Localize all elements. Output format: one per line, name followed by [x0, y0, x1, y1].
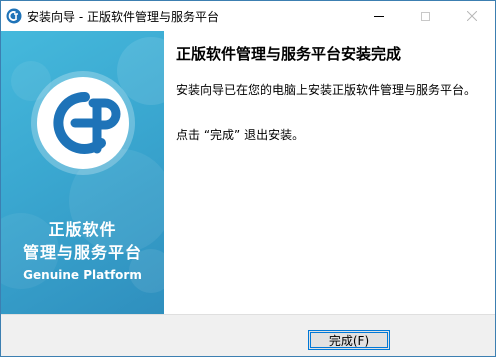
app-logo-icon — [6, 8, 22, 24]
content-panel: 正版软件管理与服务平台安装完成 安装向导已在您的电脑上安装正版软件管理与服务平台… — [164, 31, 495, 314]
sidebar-banner: 正版软件 管理与服务平台 Genuine Platform — [1, 31, 164, 314]
close-button[interactable] — [449, 1, 495, 31]
minimize-button[interactable] — [356, 1, 402, 31]
title-bar[interactable]: 安装向导 - 正版软件管理与服务平台 — [1, 1, 495, 31]
sidebar-title-line2: 管理与服务平台 — [22, 243, 142, 262]
window-title: 安装向导 - 正版软件管理与服务平台 — [27, 10, 219, 24]
page-heading: 正版软件管理与服务平台安装完成 — [176, 45, 402, 63]
maximize-icon — [420, 11, 430, 21]
install-complete-message: 安装向导已在您的电脑上安装正版软件管理与服务平台。 — [176, 83, 477, 97]
installer-window: 安装向导 - 正版软件管理与服务平台 正版软件 管理与服务平台 Genuine … — [0, 0, 496, 357]
footer-bar: 完成(F) — [1, 314, 495, 356]
minimize-icon — [374, 15, 384, 17]
finish-instruction: 点击 “完成” 退出安装。 — [176, 128, 305, 142]
sidebar-title-line1: 正版软件 — [48, 220, 117, 239]
sidebar-subtitle: Genuine Platform — [23, 268, 142, 282]
finish-button[interactable]: 完成(F) — [308, 330, 390, 350]
close-icon — [467, 11, 477, 21]
maximize-button[interactable] — [402, 1, 448, 31]
